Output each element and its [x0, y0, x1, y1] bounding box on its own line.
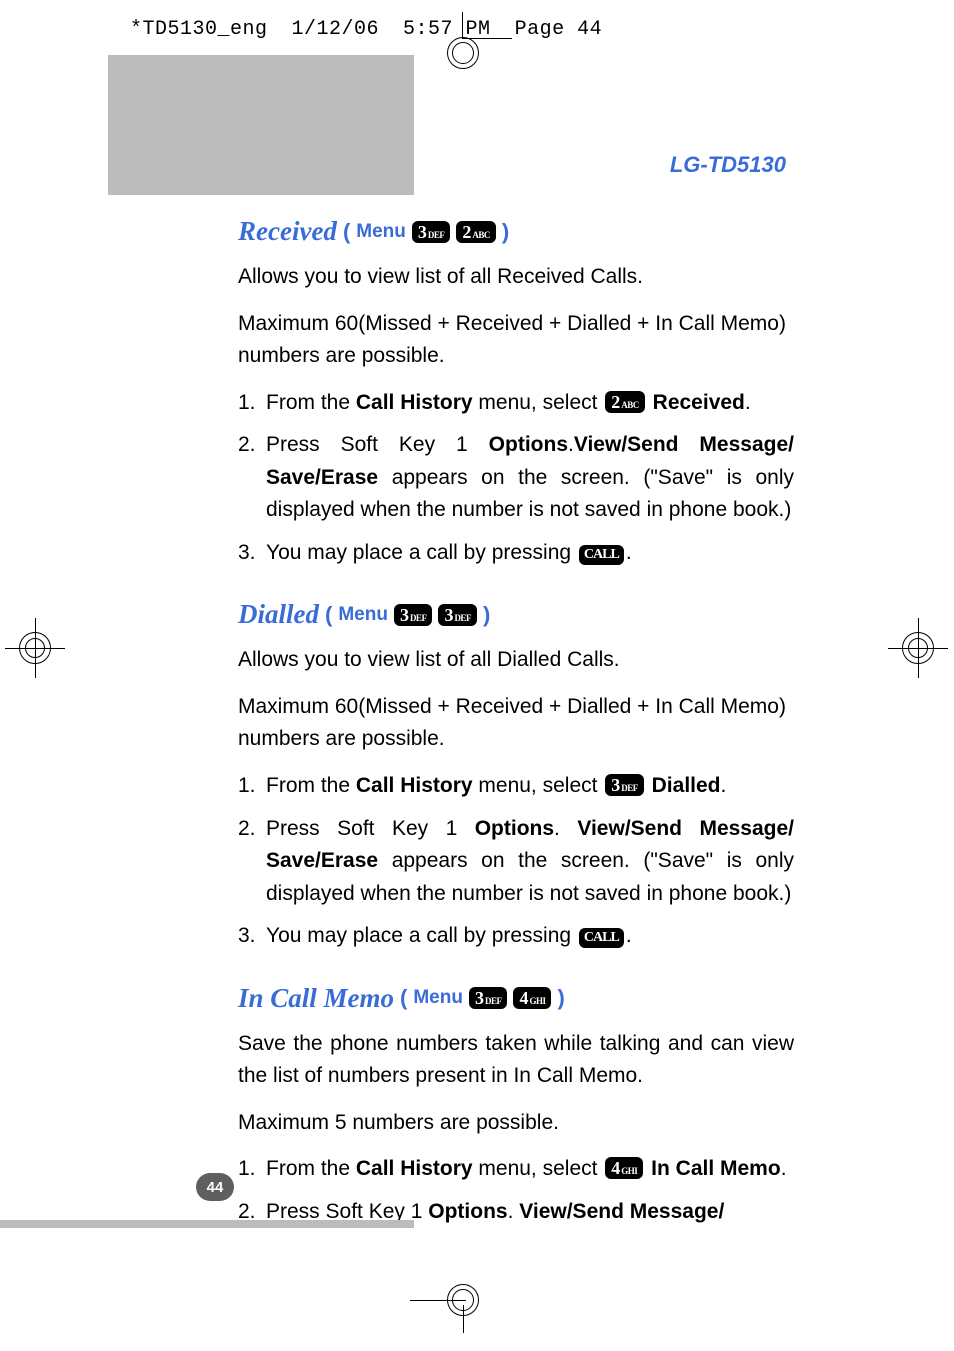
page-number: 44 [196, 1173, 234, 1201]
step-3: 3. You may place a call by pressing CALL… [238, 920, 794, 953]
intro-text: Save the phone numbers taken while talki… [238, 1028, 794, 1093]
intro-text-2: Maximum 60(Missed + Received + Dialled +… [238, 308, 794, 373]
intro-text: Allows you to view list of all Dialled C… [238, 644, 794, 677]
step-body: From the Call History menu, select 2ABC … [266, 387, 794, 420]
menu-label: Menu [356, 221, 406, 243]
paren-close: ) [557, 985, 564, 1011]
step-number: 3. [238, 537, 266, 570]
paren-close: ) [502, 219, 509, 245]
menu-label: Menu [338, 604, 388, 626]
key-4-icon: 4GHI [605, 1157, 643, 1179]
intro-text-2: Maximum 60(Missed + Received + Dialled +… [238, 691, 794, 756]
call-key-icon: CALL [579, 545, 624, 565]
step-body: You may place a call by pressing CALL. [266, 537, 794, 570]
step-1: 1. From the Call History menu, select 2A… [238, 387, 794, 420]
step-number: 1. [238, 1153, 266, 1186]
key-4-icon: 4GHI [513, 987, 551, 1009]
registration-mark-right-icon [888, 618, 948, 678]
paren-open: ( [325, 602, 332, 628]
step-body: From the Call History menu, select 4GHI … [266, 1153, 794, 1186]
step-2: 2. Press Soft Key 1 Options.View/Send Me… [238, 429, 794, 527]
step-body: Press Soft Key 1 Options. View/Send Mess… [266, 813, 794, 911]
step-2: 2. Press Soft Key 1 Options. View/Send M… [238, 813, 794, 911]
print-header: *TD5130_eng 1/12/06 5:57 PM Page 44 [130, 18, 602, 41]
step-number: 1. [238, 387, 266, 420]
section-heading-memo: In Call Memo ( Menu 3DEF 4GHI ) [238, 983, 794, 1014]
registration-mark-left-icon [5, 618, 65, 678]
step-3: 3. You may place a call by pressing CALL… [238, 537, 794, 570]
section-title: In Call Memo [238, 983, 394, 1014]
step-1: 1. From the Call History menu, select 3D… [238, 770, 794, 803]
registration-mark-top-icon [438, 28, 488, 78]
step-number: 2. [238, 813, 266, 911]
step-body: Press Soft Key 1 Options.View/Send Messa… [266, 429, 794, 527]
menu-label: Menu [413, 987, 463, 1009]
call-key-icon: CALL [579, 928, 624, 948]
header-date: 1/12/06 [292, 18, 380, 41]
page-content: Received ( Menu 3DEF 2ABC ) Allows you to… [238, 216, 794, 1258]
section-received: Received ( Menu 3DEF 2ABC ) Allows you to… [238, 216, 794, 569]
key-3-icon: 3DEF [605, 774, 644, 796]
header-page: Page 44 [515, 18, 603, 41]
key-3-icon: 3DEF [438, 604, 477, 626]
key-3-icon: 3DEF [412, 221, 451, 243]
intro-text-2: Maximum 5 numbers are possible. [238, 1107, 794, 1140]
step-number: 2. [238, 429, 266, 527]
step-1: 1. From the Call History menu, select 4G… [238, 1153, 794, 1186]
decorative-grey-block [108, 55, 414, 195]
key-2-icon: 2ABC [456, 221, 496, 243]
paren-close: ) [483, 602, 490, 628]
step-number: 3. [238, 920, 266, 953]
header-filename: *TD5130_eng [130, 18, 268, 41]
section-in-call-memo: In Call Memo ( Menu 3DEF 4GHI ) Save the … [238, 983, 794, 1229]
section-title: Received [238, 216, 337, 247]
section-title: Dialled [238, 599, 319, 630]
footer-decorative-bar [0, 1220, 414, 1228]
paren-open: ( [343, 219, 350, 245]
paren-open: ( [400, 985, 407, 1011]
intro-text: Allows you to view list of all Received … [238, 261, 794, 294]
key-3-icon: 3DEF [394, 604, 433, 626]
section-heading-received: Received ( Menu 3DEF 2ABC ) [238, 216, 794, 247]
key-3-icon: 3DEF [469, 987, 508, 1009]
key-2-icon: 2ABC [605, 391, 645, 413]
section-dialled: Dialled ( Menu 3DEF 3DEF ) Allows you to … [238, 599, 794, 952]
section-heading-dialled: Dialled ( Menu 3DEF 3DEF ) [238, 599, 794, 630]
step-number: 1. [238, 770, 266, 803]
step-body: From the Call History menu, select 3DEF … [266, 770, 794, 803]
step-body: You may place a call by pressing CALL. [266, 920, 794, 953]
product-title: LG-TD5130 [670, 152, 786, 178]
